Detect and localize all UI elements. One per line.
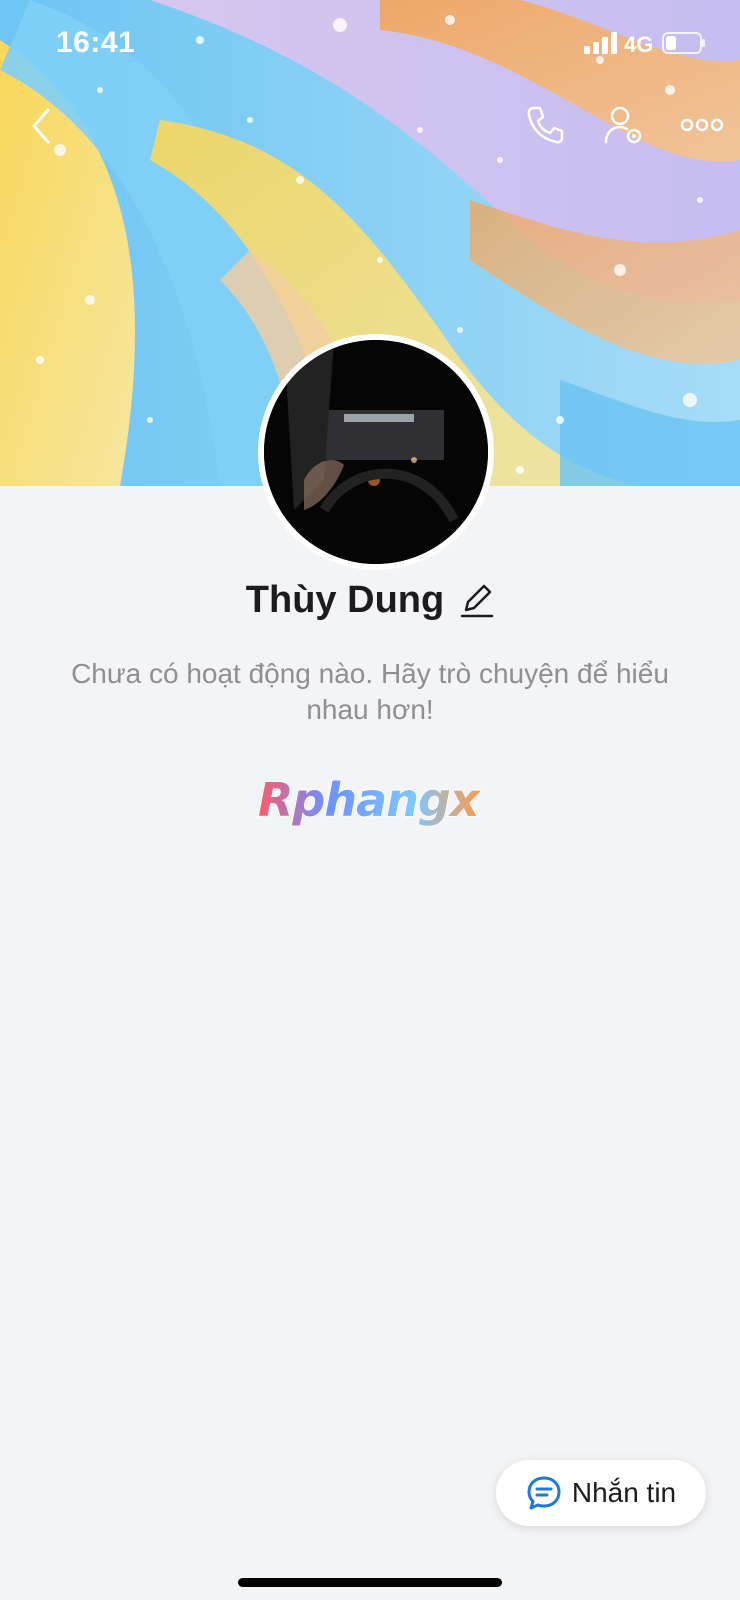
home-indicator [238, 1578, 502, 1587]
user-settings-icon [604, 106, 642, 144]
call-button[interactable] [524, 104, 566, 146]
avatar[interactable] [258, 334, 494, 570]
avatar-image [264, 340, 488, 564]
battery-icon [662, 32, 705, 54]
watermark-logo-art: Rphangx [257, 772, 482, 828]
watermark-logo: Rphangx [254, 770, 484, 830]
svg-text:Rphangx: Rphangx [258, 773, 481, 827]
empty-activity-text: Chưa có hoạt động nào. Hãy trò chuyện để… [71, 658, 669, 725]
message-button[interactable]: Nhắn tin [496, 1460, 706, 1526]
back-button[interactable] [22, 104, 62, 148]
message-button-label: Nhắn tin [571, 1477, 677, 1508]
chat-bubble-icon [527, 1476, 561, 1510]
network-type: 4G [624, 32, 654, 57]
pencil-icon[interactable] [460, 580, 494, 620]
more-options-button[interactable] [680, 110, 724, 140]
profile-name-row: Thùy Dung [0, 572, 740, 628]
more-dots-icon [680, 118, 724, 132]
phone-icon [527, 106, 564, 144]
profile-name: Thùy Dung [245, 578, 445, 621]
status-time: 16:41 [56, 26, 136, 59]
user-settings-button[interactable] [604, 104, 644, 148]
signal-icon [584, 32, 617, 54]
chevron-left-icon [32, 108, 50, 144]
status-bar: 16:41 4G [0, 0, 740, 90]
